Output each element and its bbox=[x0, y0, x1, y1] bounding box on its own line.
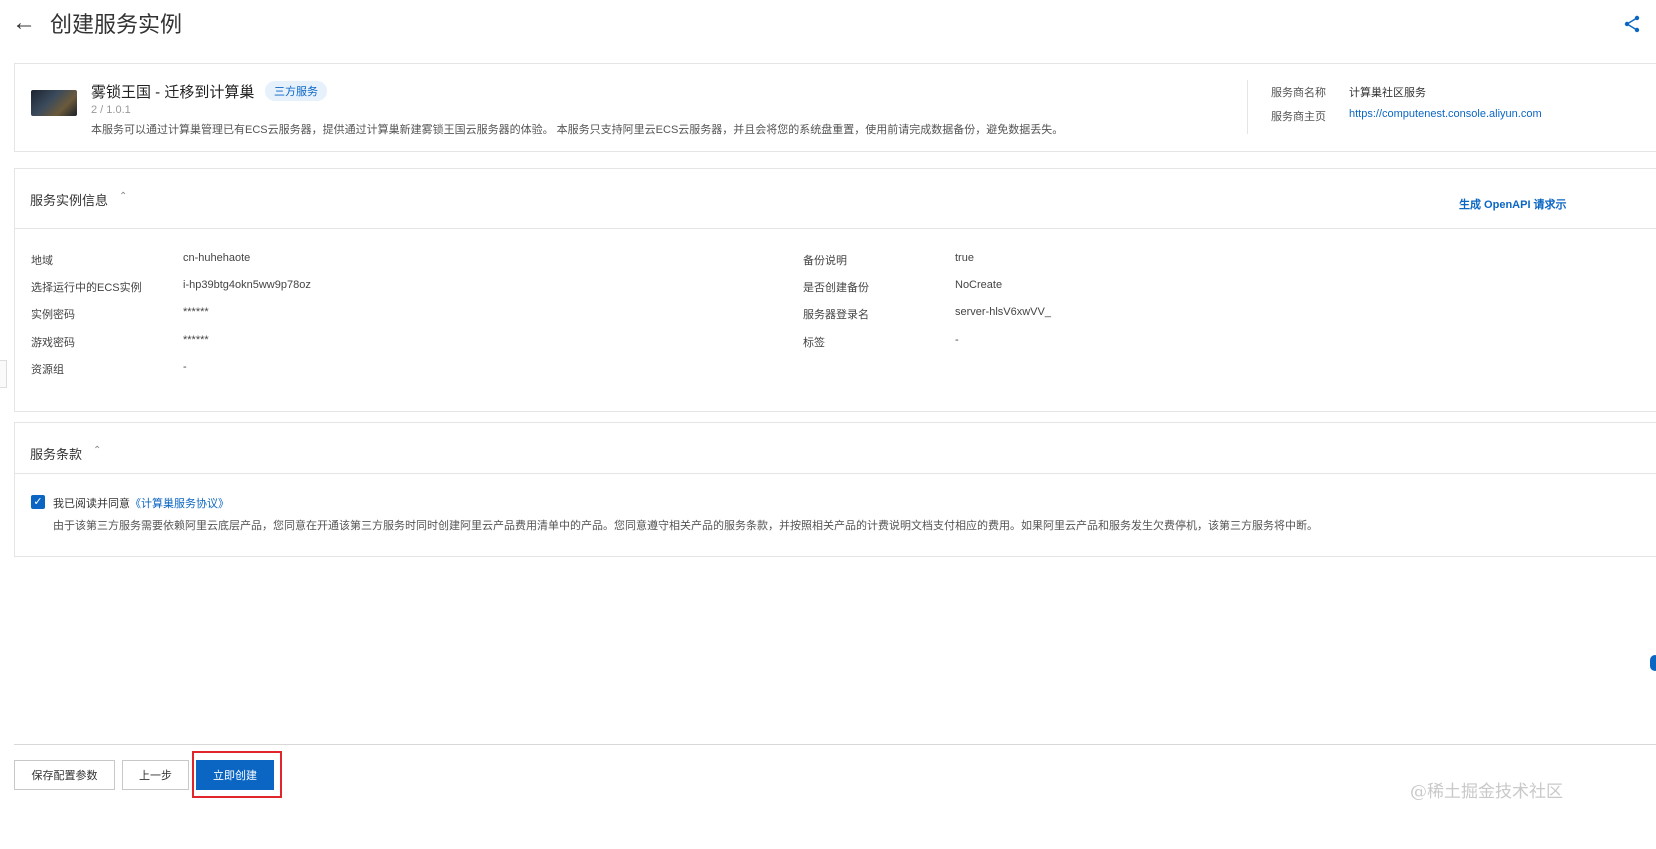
field-value-server-login: server-hlsV6xwVV_ bbox=[955, 306, 1051, 318]
save-config-button[interactable]: 保存配置参数 bbox=[14, 760, 115, 790]
service-terms-section: 服务条款 ⌃ ✓ 我已阅读并同意《计算巢服务协议》 由于该第三方服务需要依赖阿里… bbox=[14, 422, 1656, 557]
chevron-up-icon[interactable]: ⌃ bbox=[119, 191, 127, 202]
section-title: 服务实例信息 bbox=[30, 193, 109, 208]
field-label-tags: 标签 bbox=[803, 337, 825, 349]
provider-home-link[interactable]: https://computenest.console.aliyun.com bbox=[1349, 108, 1542, 120]
field-value-region: cn-huhehaote bbox=[183, 252, 251, 264]
section-title: 服务条款 bbox=[30, 447, 83, 462]
agree-checkbox[interactable]: ✓ bbox=[31, 495, 45, 509]
divider bbox=[15, 473, 1656, 474]
service-description: 本服务可以通过计算巢管理已有ECS云服务器，提供通过计算巢新建雾锁王国云服务器的… bbox=[91, 124, 1064, 136]
previous-step-button[interactable]: 上一步 bbox=[122, 760, 189, 790]
floating-helper-button[interactable] bbox=[1650, 655, 1656, 671]
service-name: 雾锁王国 - 迁移到计算巢 bbox=[91, 84, 255, 101]
divider bbox=[1247, 80, 1248, 134]
footer-divider bbox=[14, 744, 1656, 745]
field-label-resource-group: 资源组 bbox=[31, 364, 64, 376]
field-value-backup-note: true bbox=[955, 252, 974, 264]
field-label-instance-password: 实例密码 bbox=[31, 309, 75, 321]
field-label-ecs-instance: 选择运行中的ECS实例 bbox=[31, 282, 142, 294]
field-value-tags: - bbox=[955, 334, 959, 346]
watermark: @稀土掘金技术社区 bbox=[1410, 782, 1563, 802]
provider-home-label: 服务商主页 bbox=[1271, 111, 1326, 123]
generate-openapi-link[interactable]: 生成 OpenAPI 请求示 bbox=[1459, 196, 1567, 212]
field-value-game-password: ****** bbox=[183, 334, 209, 346]
field-label-region: 地域 bbox=[31, 255, 53, 267]
side-drawer-handle[interactable] bbox=[0, 360, 7, 388]
terms-note: 由于该第三方服务需要依赖阿里云底层产品，您同意在开通该第三方服务时同时创建阿里云… bbox=[53, 520, 1318, 532]
service-agreement-link[interactable]: 《计算巢服务协议》 bbox=[130, 498, 229, 510]
instance-info-section: 服务实例信息 ⌃ 生成 OpenAPI 请求示 地域 cn-huhehaote … bbox=[14, 168, 1656, 412]
field-value-instance-password: ****** bbox=[183, 306, 209, 318]
service-thumbnail bbox=[31, 90, 77, 116]
service-summary-card: 雾锁王国 - 迁移到计算巢 三方服务 2 / 1.0.1 本服务可以通过计算巢管… bbox=[14, 63, 1656, 152]
provider-name-label: 服务商名称 bbox=[1271, 87, 1326, 99]
field-label-game-password: 游戏密码 bbox=[31, 337, 75, 349]
field-label-server-login: 服务器登录名 bbox=[803, 309, 869, 321]
field-label-backup-note: 备份说明 bbox=[803, 255, 847, 267]
back-arrow-icon[interactable]: ← bbox=[12, 8, 36, 38]
field-value-ecs-instance: i-hp39btg4okn5ww9p78oz bbox=[183, 279, 311, 291]
service-type-badge: 三方服务 bbox=[265, 81, 327, 101]
share-icon[interactable] bbox=[1620, 12, 1644, 36]
provider-name: 计算巢社区服务 bbox=[1349, 87, 1426, 99]
agree-statement: 我已阅读并同意《计算巢服务协议》 bbox=[53, 495, 229, 511]
page-title: 创建服务实例 bbox=[50, 12, 183, 37]
service-version: 2 / 1.0.1 bbox=[91, 104, 131, 116]
field-label-create-backup: 是否创建备份 bbox=[803, 282, 869, 294]
annotation-highlight-box bbox=[192, 751, 282, 798]
agree-prefix: 我已阅读并同意 bbox=[53, 498, 130, 510]
field-value-resource-group: - bbox=[183, 361, 187, 373]
divider bbox=[15, 228, 1656, 229]
field-value-create-backup: NoCreate bbox=[955, 279, 1003, 291]
chevron-up-icon[interactable]: ⌃ bbox=[93, 445, 101, 456]
